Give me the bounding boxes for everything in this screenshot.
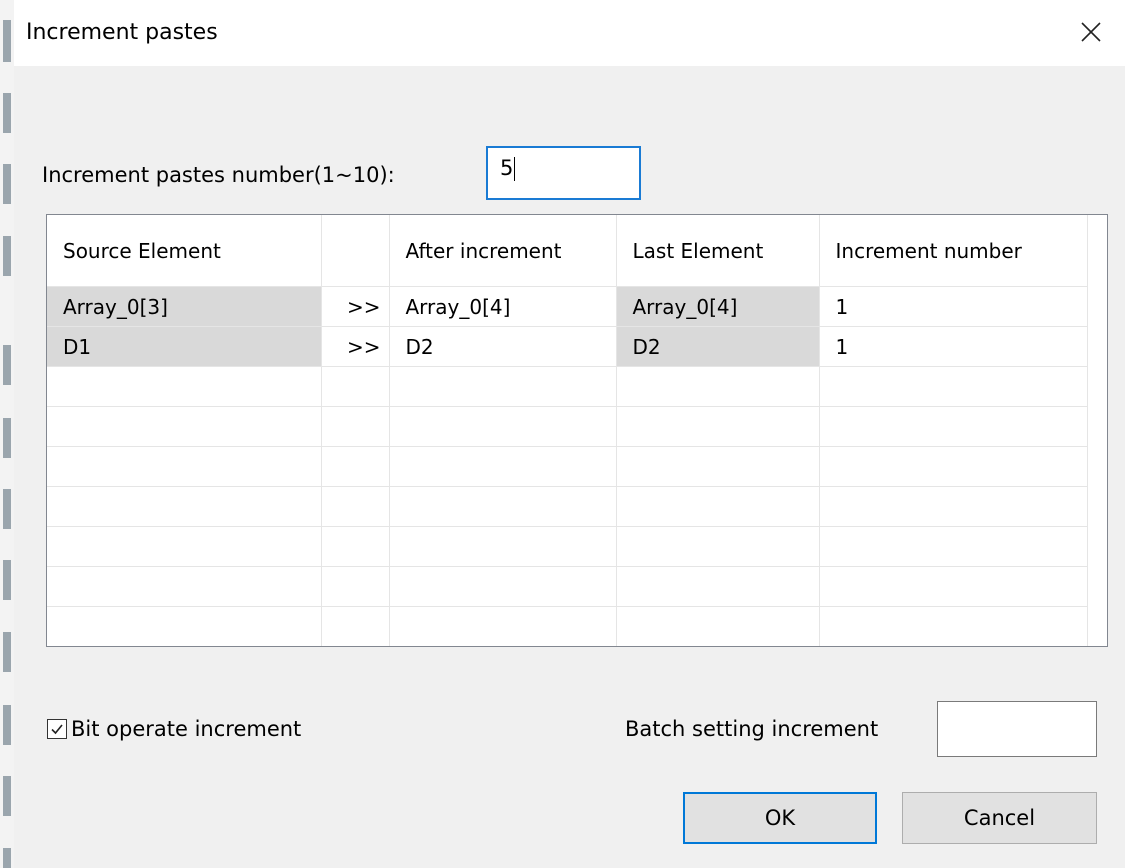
increment-count-input[interactable]: 5 [486, 146, 641, 200]
empty-table-row [47, 446, 1088, 487]
increment-table: Source Element After increment Last Elem… [46, 214, 1108, 647]
source-element-cell: Array_0[3] [47, 286, 322, 327]
increment-number-cell[interactable]: 1 [819, 326, 1088, 367]
column-header-arrow[interactable] [321, 215, 390, 287]
column-header-source[interactable]: Source Element [47, 215, 322, 287]
bit-operate-label: Bit operate increment [71, 717, 302, 741]
close-icon [1081, 22, 1101, 42]
column-header-last[interactable]: Last Element [616, 215, 820, 287]
empty-table-row [47, 486, 1088, 527]
table-row[interactable]: D1 >> D2 D2 1 [47, 326, 1088, 367]
after-increment-cell: Array_0[4] [389, 286, 617, 327]
increment-count-value: 5 [500, 156, 514, 180]
last-element-cell: Array_0[4] [616, 286, 820, 327]
empty-table-row [47, 526, 1088, 567]
after-increment-cell: D2 [389, 326, 617, 367]
title-bar: Increment pastes [14, 0, 1125, 66]
last-element-cell: D2 [616, 326, 820, 367]
increment-count-label: Increment pastes number(1~10): [42, 163, 395, 187]
empty-table-row [47, 406, 1088, 447]
increment-number-cell[interactable]: 1 [819, 286, 1088, 327]
close-button[interactable] [1071, 12, 1111, 52]
batch-increment-input[interactable] [937, 701, 1097, 757]
empty-table-row [47, 366, 1088, 407]
text-caret [514, 157, 516, 181]
cancel-button[interactable]: Cancel [902, 792, 1097, 844]
background-window-edge [0, 0, 14, 868]
dialog-title: Increment pastes [26, 20, 218, 45]
bit-operate-checkbox[interactable] [47, 719, 67, 739]
table-header-row: Source Element After increment Last Elem… [47, 215, 1088, 287]
increment-pastes-dialog: Increment pastes Increment pastes number… [14, 0, 1125, 868]
batch-increment-label: Batch setting increment [625, 717, 879, 741]
checkmark-icon [51, 724, 63, 735]
arrow-cell: >> [321, 326, 390, 367]
bit-operate-checkbox-row[interactable]: Bit operate increment [47, 717, 301, 741]
ok-button[interactable]: OK [683, 792, 877, 844]
source-element-cell: D1 [47, 326, 322, 367]
arrow-cell: >> [321, 286, 390, 327]
empty-table-row [47, 566, 1088, 607]
column-header-increment[interactable]: Increment number [819, 215, 1088, 287]
increment-table-body: Source Element After increment Last Elem… [47, 215, 1088, 646]
table-row[interactable]: Array_0[3] >> Array_0[4] Array_0[4] 1 [47, 286, 1088, 327]
empty-table-row [47, 606, 1088, 646]
column-header-after[interactable]: After increment [389, 215, 617, 287]
